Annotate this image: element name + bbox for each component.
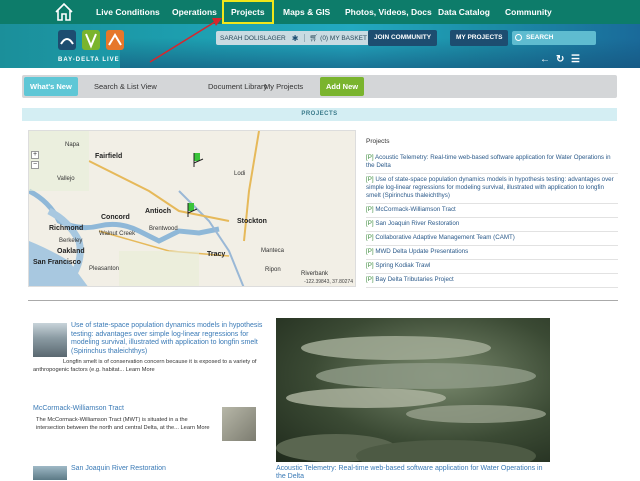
nav-community[interactable]: Community (505, 0, 552, 24)
basket-label: (0) MY BASKET (320, 35, 367, 42)
project-link[interactable]: Collaborative Adaptive Management Team (… (375, 234, 515, 241)
article-body: Longfin smelt is of conservation concern… (33, 359, 257, 373)
basket-link[interactable]: 🛒︎ (0) MY BASKET (304, 34, 367, 42)
map-marker-icon[interactable] (185, 203, 199, 217)
map-label: Berkeley (59, 238, 83, 244)
fish-image (276, 336, 546, 462)
project-tag: [P] (366, 276, 374, 283)
refresh-icon[interactable]: ↻ (556, 54, 564, 65)
feature-photo[interactable] (276, 318, 550, 462)
top-nav: Live Conditions Operations Projects Maps… (0, 0, 640, 24)
sub-nav: What's New Search & List View Document L… (22, 75, 617, 98)
project-link[interactable]: Spring Kodiak Trawl (375, 262, 430, 269)
search-icon (515, 34, 522, 41)
article-title[interactable]: McCormack-Williamson Tract (33, 405, 213, 414)
list-item[interactable]: [P] McCormack-Williamson Tract (366, 204, 618, 218)
nav-data-catalog[interactable]: Data Catalog (438, 0, 490, 24)
content-divider (28, 300, 618, 301)
article-thumbnail[interactable] (33, 466, 67, 480)
project-link[interactable]: McCormack-Williamson Tract (375, 206, 455, 213)
add-new-button[interactable]: Add New (320, 77, 365, 96)
project-tag: [P] (366, 176, 374, 183)
home-icon[interactable] (54, 2, 74, 22)
map-label: Napa (65, 142, 80, 148)
zoom-out-button[interactable]: − (31, 161, 39, 169)
project-map[interactable]: + − Napa Fairfield Vallejo Concord Antio… (28, 130, 356, 287)
project-tag: [P] (366, 248, 374, 255)
map-label: Antioch (145, 208, 172, 215)
list-item[interactable]: [P] Spring Kodiak Trawl (366, 260, 618, 274)
section-title: PROJECTS (22, 108, 617, 121)
map-label: Stockton (237, 218, 267, 225)
map-label: Fairfield (95, 153, 123, 160)
search-input[interactable]: SEARCH (512, 31, 596, 45)
nav-maps-gis[interactable]: Maps & GIS (283, 0, 330, 24)
nav-projects[interactable]: Projects (222, 0, 274, 24)
back-arrow-icon[interactable]: ← (540, 54, 550, 65)
map-label: Oakland (57, 248, 85, 255)
search-placeholder: SEARCH (526, 34, 554, 41)
list-item[interactable]: [P] Collaborative Adaptive Management Te… (366, 232, 618, 246)
map-label: Vallejo (57, 176, 75, 182)
map-label: Riverbank (301, 271, 329, 277)
logo-text: BAY-DELTA LIVE (58, 57, 120, 63)
map-label: Walnut Creek (99, 231, 136, 237)
project-link[interactable]: Bay Delta Tributaries Project (375, 276, 453, 283)
map-coords: -122.39843, 37.80274 (304, 279, 353, 285)
user-settings-icon[interactable]: ✱ (292, 34, 299, 43)
map-label: Richmond (49, 225, 84, 232)
list-item[interactable]: [P] Bay Delta Tributaries Project (366, 274, 618, 288)
menu-icon[interactable]: ☰ (571, 54, 580, 65)
article-title[interactable]: Use of state-space population dynamics m… (71, 322, 266, 356)
project-tag: [P] (366, 234, 374, 241)
map-label: Lodi (234, 171, 246, 177)
zoom-in-button[interactable]: + (31, 151, 39, 159)
map-marker-icon[interactable] (191, 153, 205, 167)
join-community-button[interactable]: JOIN COMMUNITY (368, 30, 438, 46)
project-tag: [P] (366, 262, 374, 269)
list-item[interactable]: [P] MWD Delta Update Presentations (366, 246, 618, 260)
project-tag: [P] (366, 154, 374, 161)
projects-list: Projects [P] Acoustic Telemetry: Real-ti… (366, 138, 618, 288)
map-label: Brentwood (149, 226, 178, 232)
project-link[interactable]: San Joaquin River Restoration (375, 220, 459, 227)
project-link[interactable]: Use of state-space population dynamics m… (366, 176, 614, 199)
article-title[interactable]: San Joaquin River Restoration (71, 465, 261, 474)
tab-search-list-view[interactable]: Search & List View (88, 77, 163, 96)
project-link[interactable]: MWD Delta Update Presentations (375, 248, 468, 255)
article-thumbnail[interactable] (222, 407, 256, 441)
list-item[interactable]: [P] Acoustic Telemetry: Real-time web-ba… (366, 152, 618, 174)
nav-photos-videos-docs[interactable]: Photos, Videos, Docs (345, 0, 432, 24)
tab-whats-new[interactable]: What's New (24, 77, 78, 96)
list-item[interactable]: [P] Use of state-space population dynami… (366, 174, 618, 204)
map-label: Ripon (265, 267, 281, 273)
cart-icon: 🛒︎ (309, 35, 319, 42)
my-projects-button[interactable]: MY PROJECTS (450, 30, 509, 46)
map-label: Concord (101, 214, 130, 221)
user-name[interactable]: SARAH DOLISLAGER (220, 35, 286, 42)
project-tag: [P] (366, 220, 374, 227)
project-link[interactable]: Acoustic Telemetry: Real-time web-based … (366, 154, 611, 169)
map-label: San Francisco (33, 259, 81, 266)
map-label: Manteca (261, 248, 285, 254)
tab-my-projects[interactable]: My Projects (258, 77, 309, 96)
list-item[interactable]: [P] San Joaquin River Restoration (366, 218, 618, 232)
article-thumbnail[interactable] (33, 323, 67, 357)
feature-caption[interactable]: Acoustic Telemetry: Real-time web-based … (276, 465, 550, 481)
article-body: The McCormack-Williamson Tract (MWT) is … (36, 417, 210, 431)
project-tag: [P] (366, 206, 374, 213)
map-label: Pleasanton (89, 266, 120, 272)
projects-heading: Projects (366, 138, 390, 145)
map-label: Tracy (207, 251, 226, 258)
user-box: SARAH DOLISLAGER ✱ 🛒︎ (0) MY BASKET (216, 31, 371, 45)
